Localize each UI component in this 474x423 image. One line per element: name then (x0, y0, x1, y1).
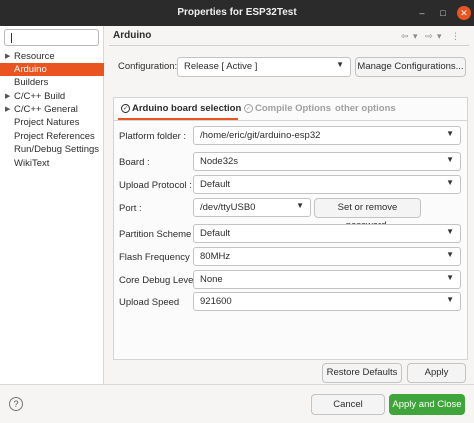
maximize-icon[interactable]: □ (436, 6, 450, 20)
sidebar-item-label: C/C++ General (14, 104, 78, 115)
sidebar-item-label: Builders (14, 77, 49, 88)
sidebar-item-run-debug-settings[interactable]: Run/Debug Settings (0, 143, 104, 156)
help-icon[interactable]: ? (9, 397, 23, 411)
forward-arrow-icon[interactable]: ⇨ (425, 31, 433, 42)
sidebar-item-cpp-general[interactable]: ▶ C/C++ General (0, 103, 104, 116)
platform-folder-label: Platform folder : (119, 131, 187, 142)
sidebar-item-project-references[interactable]: Project References (0, 130, 104, 143)
set-password-button[interactable]: Set or remove password. (314, 198, 421, 231)
board-select[interactable]: Node32s ▼ (193, 152, 461, 171)
manage-configurations-button[interactable]: Manage Configurations... (355, 57, 466, 77)
board-label: Board : (119, 157, 150, 168)
platform-folder-select[interactable]: /home/eric/git/arduino-esp32 ▼ (193, 126, 461, 145)
sidebar-item-label: Resource (14, 51, 55, 62)
board-value: Node32s (200, 156, 239, 167)
flash-frequency-label: Flash Frequency (119, 252, 190, 263)
sidebar-item-cpp-build[interactable]: ▶ C/C++ Build (0, 90, 104, 103)
tab-compile-options[interactable]: ✓ Compile Options (244, 101, 331, 116)
dropdown-arrow-icon: ▼ (446, 155, 454, 164)
back-menu-chevron-icon[interactable]: ▾ (413, 31, 418, 42)
dropdown-arrow-icon: ▼ (446, 295, 454, 304)
bottom-divider (0, 384, 474, 385)
sidebar-item-arduino[interactable]: Arduino (0, 63, 104, 76)
upload-speed-label: Upload Speed (119, 297, 180, 308)
tab-label: other options (335, 103, 396, 114)
text-caret (11, 33, 12, 43)
sidebar: ▶ Resource Arduino Builders ▶ C/C++ Buil… (0, 26, 104, 384)
dropdown-arrow-icon: ▼ (446, 273, 454, 282)
upload-speed-select[interactable]: 921600 ▼ (193, 292, 461, 311)
expand-arrow-icon[interactable]: ▶ (5, 90, 10, 103)
sidebar-item-resource[interactable]: ▶ Resource (0, 50, 104, 63)
port-select[interactable]: /dev/ttyUSB0 ▼ (193, 198, 311, 217)
expand-arrow-icon[interactable]: ▶ (5, 50, 10, 63)
page-title: Arduino (113, 30, 152, 41)
title-divider (109, 45, 469, 46)
upload-protocol-label: Upload Protocol : (119, 180, 192, 191)
apply-button[interactable]: Apply (407, 363, 466, 383)
upload-protocol-select[interactable]: Default ▼ (193, 175, 461, 194)
sidebar-item-project-natures[interactable]: Project Natures (0, 116, 104, 129)
expand-arrow-icon[interactable]: ▶ (5, 103, 10, 116)
tab-other-options[interactable]: other options (335, 101, 396, 116)
back-arrow-icon[interactable]: ⇦ (401, 31, 409, 42)
tab-label: Compile Options (255, 103, 331, 114)
sidebar-item-label: Project Natures (14, 117, 80, 128)
tab-arduino-board-selection[interactable]: ✓ Arduino board selection (121, 101, 241, 116)
window-titlebar: Properties for ESP32Test – □ ✕ (0, 0, 474, 26)
apply-and-close-button[interactable]: Apply and Close (389, 394, 465, 415)
restore-defaults-button[interactable]: Restore Defaults (322, 363, 402, 383)
flash-frequency-select[interactable]: 80MHz ▼ (193, 247, 461, 266)
minimize-icon[interactable]: – (415, 6, 429, 20)
tab-icon: ✓ (121, 103, 130, 113)
upload-speed-value: 921600 (200, 296, 232, 307)
tab-label: Arduino board selection (132, 103, 242, 114)
sidebar-item-label: Run/Debug Settings (14, 144, 100, 155)
partition-scheme-select[interactable]: Default ▼ (193, 224, 461, 243)
tab-divider (114, 120, 467, 121)
dropdown-arrow-icon: ▼ (296, 201, 304, 210)
core-debug-level-label: Core Debug Level (119, 275, 196, 286)
dropdown-arrow-icon: ▼ (446, 129, 454, 138)
filter-input[interactable] (4, 29, 99, 46)
dropdown-arrow-icon: ▼ (336, 60, 344, 69)
configuration-select[interactable]: Release [ Active ] ▼ (177, 57, 351, 77)
sidebar-item-label: Arduino (14, 64, 47, 75)
view-menu-icon[interactable]: ⋮ (451, 31, 460, 42)
port-value: /dev/ttyUSB0 (200, 202, 256, 213)
core-debug-level-value: None (200, 274, 223, 285)
dropdown-arrow-icon: ▼ (446, 178, 454, 187)
sidebar-item-builders[interactable]: Builders (0, 76, 104, 89)
platform-folder-value: /home/eric/git/arduino-esp32 (200, 130, 321, 141)
close-icon[interactable]: ✕ (457, 6, 471, 20)
upload-protocol-value: Default (200, 179, 231, 190)
dropdown-arrow-icon: ▼ (446, 250, 454, 259)
sidebar-item-label: Project References (14, 131, 95, 142)
forward-menu-chevron-icon[interactable]: ▾ (437, 31, 442, 42)
cancel-button[interactable]: Cancel (311, 394, 385, 415)
tab-icon: ✓ (244, 103, 253, 113)
flash-frequency-value: 80MHz (200, 251, 231, 262)
sidebar-item-wikitext[interactable]: WikiText (0, 157, 104, 170)
sidebar-item-label: C/C++ Build (14, 91, 66, 102)
partition-scheme-value: Default (200, 228, 231, 239)
partition-scheme-label: Partition Scheme (119, 229, 192, 240)
sidebar-item-label: WikiText (14, 158, 50, 169)
port-label: Port : (119, 203, 142, 214)
configuration-label: Configuration: (118, 61, 178, 72)
core-debug-level-select[interactable]: None ▼ (193, 270, 461, 289)
dropdown-arrow-icon: ▼ (446, 227, 454, 236)
configuration-value: Release [ Active ] (184, 61, 258, 72)
window-title: Properties for ESP32Test (177, 7, 297, 18)
